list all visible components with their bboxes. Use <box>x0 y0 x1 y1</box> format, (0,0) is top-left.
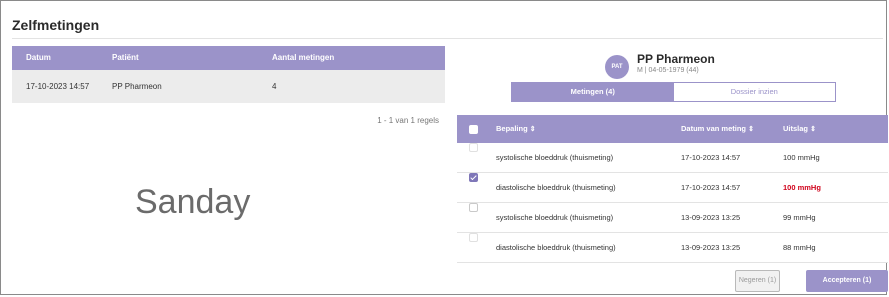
cell-datum: 13-09-2023 13:25 <box>681 243 741 252</box>
tab-dossier-inzien[interactable]: Dossier inzien <box>673 83 835 101</box>
column-header-label: Datum van meting <box>681 124 747 133</box>
row-checkbox[interactable] <box>469 233 478 242</box>
column-header-datum-van-meting[interactable]: Datum van meting ⇕ <box>681 115 754 144</box>
tab-bar: Metingen (4) Dossier inzien <box>511 82 836 102</box>
row-checkbox[interactable] <box>469 203 478 212</box>
table-row[interactable]: diastolische bloeddruk (thuismeting) 17-… <box>457 173 888 203</box>
cell-datum: 17-10-2023 14:57 <box>681 183 741 192</box>
cell-patient: PP Pharmeon <box>112 82 162 91</box>
page-title: Zelfmetingen <box>12 17 100 33</box>
cell-datum: 13-09-2023 13:25 <box>681 213 741 222</box>
cell-uitslag: 88 mmHg <box>783 243 816 252</box>
title-divider <box>12 38 883 39</box>
table-row[interactable]: 17-10-2023 14:57 PP Pharmeon 4 <box>12 70 445 103</box>
column-header-uitslag[interactable]: Uitslag ⇕ <box>783 115 816 144</box>
cell-bepaling: diastolische bloeddruk (thuismeting) <box>496 243 616 252</box>
sort-icon: ⇕ <box>810 126 816 133</box>
sort-icon: ⇕ <box>748 126 754 133</box>
cell-aantal: 4 <box>272 82 277 91</box>
table-row[interactable]: systolische bloeddruk (thuismeting) 13-0… <box>457 203 888 233</box>
cell-uitslag-alert: 100 mmHg <box>783 183 821 192</box>
accepteren-button[interactable]: Accepteren (1) <box>806 270 888 292</box>
table-header: Bepaling ⇕ Datum van meting ⇕ Uitslag ⇕ <box>457 115 888 143</box>
column-header-datum[interactable]: Datum <box>26 46 51 70</box>
cell-bepaling: systolische bloeddruk (thuismeting) <box>496 213 614 222</box>
negeren-button[interactable]: Negeren (1) <box>735 270 780 292</box>
row-checkbox[interactable] <box>469 173 478 182</box>
column-header-label: Bepaling <box>496 124 528 133</box>
avatar: PAT <box>605 55 629 79</box>
row-checkbox[interactable] <box>469 143 478 152</box>
column-header-bepaling[interactable]: Bepaling ⇕ <box>496 115 536 144</box>
tab-metingen[interactable]: Metingen (4) <box>512 83 674 101</box>
patient-meta: M | 04-05-1979 (44) <box>637 67 699 74</box>
sort-icon: ⇕ <box>529 126 536 133</box>
cell-datum: 17-10-2023 14:57 <box>26 82 90 91</box>
watermark-text: Sanday <box>135 183 251 221</box>
metingen-table: Bepaling ⇕ Datum van meting ⇕ Uitslag ⇕ … <box>457 115 888 263</box>
cell-bepaling: diastolische bloeddruk (thuismeting) <box>496 183 616 192</box>
table-row[interactable]: systolische bloeddruk (thuismeting) 17-1… <box>457 143 888 173</box>
cell-datum: 17-10-2023 14:57 <box>681 153 741 162</box>
column-header-aantal-metingen[interactable]: Aantal metingen <box>272 46 334 70</box>
pagination-info: 1 - 1 van 1 regels <box>377 116 439 125</box>
patient-name: PP Pharmeon <box>637 52 715 66</box>
select-all-checkbox[interactable] <box>469 125 478 134</box>
table-row[interactable]: diastolische bloeddruk (thuismeting) 13-… <box>457 233 888 263</box>
cell-uitslag: 99 mmHg <box>783 213 816 222</box>
column-header-patient[interactable]: Patiënt <box>112 46 139 70</box>
column-header-label: Uitslag <box>783 124 809 133</box>
cell-uitslag: 100 mmHg <box>783 153 820 162</box>
cell-bepaling: systolische bloeddruk (thuismeting) <box>496 153 614 162</box>
zelfmetingen-table: Datum Patiënt Aantal metingen 17-10-2023… <box>12 46 445 103</box>
table-header: Datum Patiënt Aantal metingen <box>12 46 445 70</box>
